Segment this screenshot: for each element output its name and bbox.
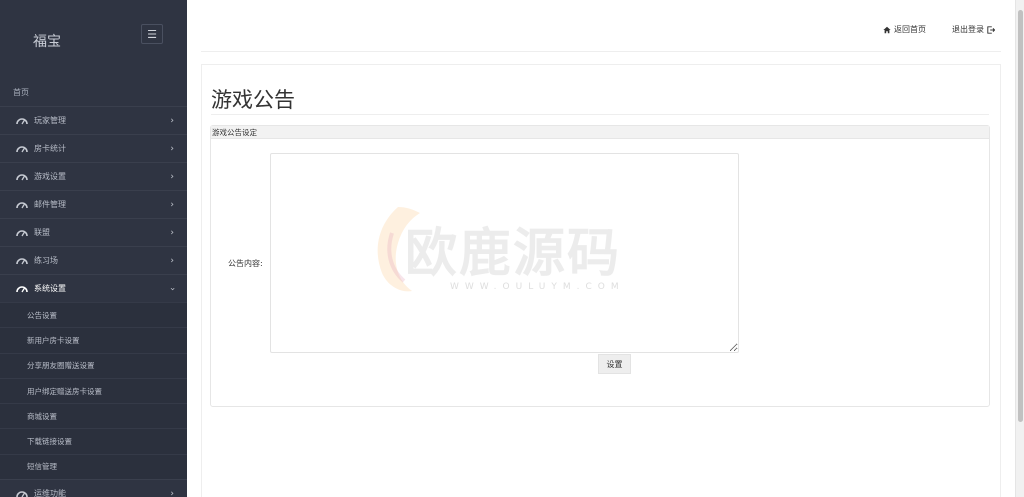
chevron-right-icon: › xyxy=(170,144,174,154)
sidebar-subitem-share-gift[interactable]: 分享朋友圈赠送设置 xyxy=(0,352,187,378)
sidebar-item-label: 玩家管理 xyxy=(34,116,66,125)
logout-link[interactable]: 退出登录 xyxy=(952,24,995,35)
dashboard-icon xyxy=(16,117,28,124)
dashboard-icon xyxy=(16,229,28,236)
sidebar: 福宝 ☰ 首页 玩家管理 › 房卡统计 › 游戏设置 › 邮件管理 › 联盟 › xyxy=(0,0,187,497)
sidebar-item-alliance[interactable]: 联盟 › xyxy=(0,218,187,246)
sidebar-nav: 玩家管理 › 房卡统计 › 游戏设置 › 邮件管理 › 联盟 › 练习场 › 系… xyxy=(0,106,187,497)
sidebar-item-system-settings[interactable]: 系统设置 › xyxy=(0,274,187,302)
announcement-content-label: 公告内容: xyxy=(228,259,263,268)
chevron-down-icon: › xyxy=(167,287,178,291)
dashboard-icon xyxy=(16,201,28,208)
chevron-right-icon: › xyxy=(170,200,174,210)
sidebar-item-game-settings[interactable]: 游戏设置 › xyxy=(0,162,187,190)
brand-logo: 福宝 xyxy=(33,34,61,50)
sidebar-item-room-card-stats[interactable]: 房卡统计 › xyxy=(0,134,187,162)
scrollbar-thumb[interactable] xyxy=(1018,10,1023,422)
chevron-right-icon: › xyxy=(170,116,174,126)
sidebar-item-label: 联盟 xyxy=(34,228,50,237)
sidebar-item-label: 邮件管理 xyxy=(34,200,66,209)
panel-title: 游戏公告设定 xyxy=(211,126,989,139)
sidebar-subitem-new-user-card[interactable]: 新用户房卡设置 xyxy=(0,327,187,353)
page-scrollbar[interactable] xyxy=(1015,0,1024,497)
sidebar-item-practice[interactable]: 练习场 › xyxy=(0,246,187,274)
back-home-label: 返回首页 xyxy=(894,25,926,34)
dashboard-icon xyxy=(16,285,28,292)
dashboard-icon xyxy=(16,145,28,152)
sidebar-subitem-download-link[interactable]: 下载链接设置 xyxy=(0,428,187,454)
announcement-textarea[interactable] xyxy=(270,153,739,353)
dashboard-icon xyxy=(16,490,28,497)
sidebar-subitem-sms[interactable]: 短信管理 xyxy=(0,453,187,480)
sidebar-item-label: 运维功能 xyxy=(34,489,66,497)
sidebar-item-label: 房卡统计 xyxy=(34,144,66,153)
menu-toggle-button[interactable]: ☰ xyxy=(141,24,163,44)
sidebar-item-home[interactable]: 首页 xyxy=(13,87,29,98)
hamburger-icon: ☰ xyxy=(147,27,157,41)
save-button[interactable]: 设置 xyxy=(598,354,631,374)
page-title: 游戏公告 xyxy=(211,88,295,112)
header-links: 返回首页 退出登录 xyxy=(883,24,995,35)
sidebar-item-label: 练习场 xyxy=(34,256,58,265)
sidebar-item-label: 游戏设置 xyxy=(34,172,66,181)
chevron-right-icon: › xyxy=(170,489,174,497)
dashboard-icon xyxy=(16,257,28,264)
home-icon xyxy=(883,26,891,33)
logout-icon xyxy=(987,25,995,34)
chevron-right-icon: › xyxy=(170,256,174,266)
sidebar-subitem-shop[interactable]: 商城设置 xyxy=(0,403,187,429)
title-divider xyxy=(211,114,989,115)
sidebar-item-players[interactable]: 玩家管理 › xyxy=(0,106,187,134)
logout-label: 退出登录 xyxy=(952,25,984,34)
back-home-link[interactable]: 返回首页 xyxy=(883,24,926,35)
sidebar-item-label: 系统设置 xyxy=(34,284,66,293)
dashboard-icon xyxy=(16,173,28,180)
sidebar-subitem-announcement[interactable]: 公告设置 xyxy=(0,302,187,328)
header-divider xyxy=(201,51,1001,52)
sidebar-item-mail[interactable]: 邮件管理 › xyxy=(0,190,187,218)
chevron-right-icon: › xyxy=(170,228,174,238)
sidebar-item-ops[interactable]: 运维功能 › xyxy=(0,479,187,497)
sidebar-subitem-bind-gift[interactable]: 用户绑定赠送房卡设置 xyxy=(0,377,187,404)
chevron-right-icon: › xyxy=(170,172,174,182)
